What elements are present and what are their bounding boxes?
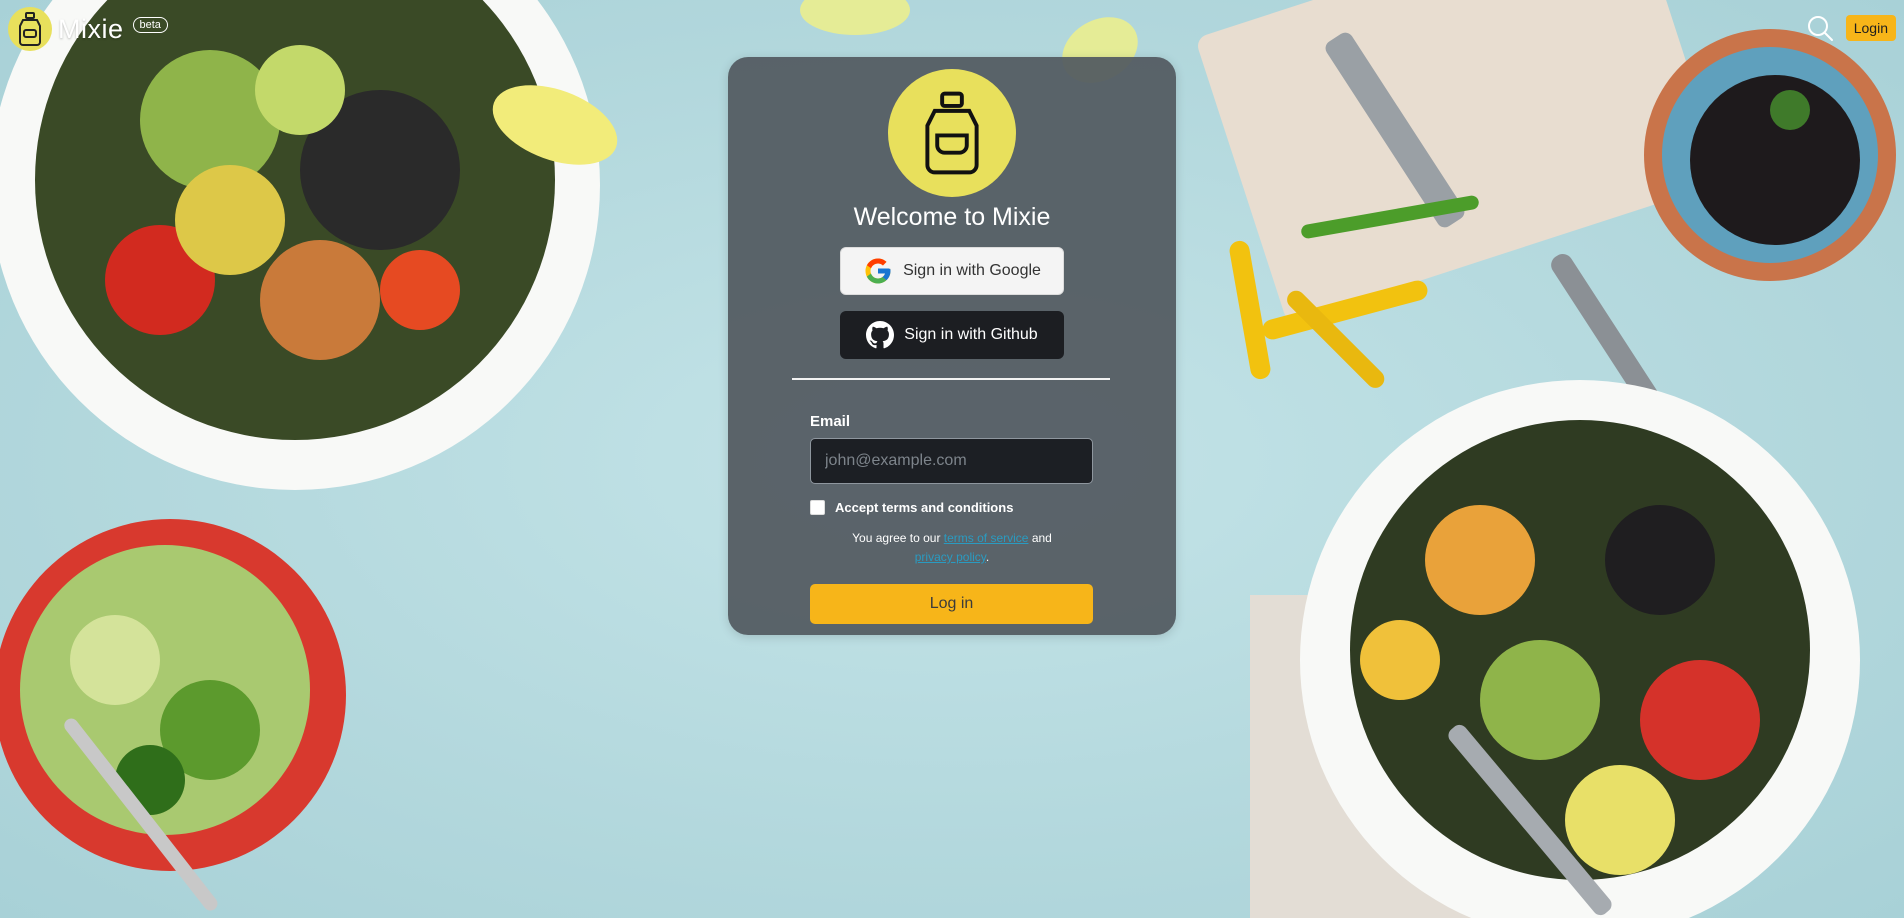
login-page: Mixie beta Login Welcome to Mixie Sign i… — [0, 0, 1904, 918]
privacy-policy-link[interactable]: privacy policy — [915, 550, 986, 564]
agree-suffix: . — [985, 550, 990, 564]
email-label: Email — [810, 413, 851, 430]
terms-row: Accept terms and conditions — [810, 500, 1013, 515]
agree-and: and — [1031, 531, 1052, 545]
top-nav: Mixie beta Login — [0, 0, 1904, 60]
beta-badge: beta — [132, 17, 168, 33]
divider — [792, 378, 1110, 380]
github-button-label: Sign in with Github — [904, 326, 1038, 343]
email-field[interactable] — [810, 438, 1093, 484]
nav-actions: Login — [1806, 14, 1896, 42]
github-sign-in-button[interactable]: Sign in with Github — [840, 311, 1064, 359]
terms-of-service-link[interactable]: terms of service — [944, 531, 1029, 545]
google-sign-in-button[interactable]: Sign in with Google — [840, 247, 1064, 295]
brand-name: Mixie — [58, 13, 124, 44]
brand-home-link[interactable]: Mixie beta — [8, 7, 168, 51]
nav-login-button[interactable]: Login — [1845, 15, 1896, 41]
github-icon — [866, 321, 895, 349]
mixie-bottle-icon — [888, 69, 1016, 197]
agreement-text: You agree to our terms of service and pr… — [828, 529, 1076, 567]
terms-checkbox[interactable] — [810, 500, 825, 515]
google-icon — [865, 258, 891, 284]
google-button-label: Sign in with Google — [903, 262, 1041, 279]
sign-in-card: Welcome to Mixie Sign in with Google Sig… — [728, 57, 1176, 635]
terms-label: Accept terms and conditions — [835, 500, 1014, 515]
log-in-button[interactable]: Log in — [810, 584, 1093, 624]
welcome-title: Welcome to Mixie — [853, 203, 1051, 231]
search-icon[interactable] — [1806, 14, 1834, 42]
mixie-bottle-icon — [8, 7, 52, 51]
agree-prefix: You agree to our — [852, 531, 941, 545]
